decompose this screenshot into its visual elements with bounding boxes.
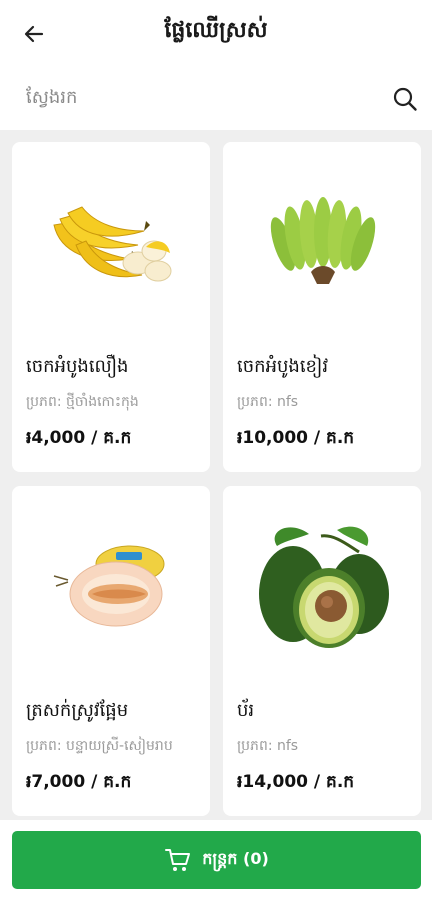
product-card[interactable]: ប័រ ប្រភព: nfs ៛14,000 / គ.ក [223,486,421,816]
product-origin: ប្រភព: nfs [237,738,299,754]
green-banana-image [223,142,421,342]
yellow-banana-image [12,142,210,342]
bottom-bar: កន្ត្រក (0) [0,820,432,900]
product-price: ៛14,000 / គ.ក [237,772,355,792]
product-grid: ចេកអំបូងលឿង ប្រភព: ថ្មីចាំងកោះកុង ៛4,000… [0,130,432,820]
product-name: ប័រ [237,700,255,721]
cart-icon [165,849,191,871]
avocado-image [223,486,421,686]
search-input[interactable] [26,80,366,114]
search-icon [393,87,417,111]
product-origin: ប្រភព: nfs [237,394,299,410]
product-card[interactable]: ត្រសក់ស្រូវផ្អែម ប្រភព: បន្ទាយស្រី-សៀមរា… [12,486,210,816]
melon-image [12,486,210,686]
product-origin: ប្រភព: បន្ទាយស្រី-សៀមរាប [26,738,173,754]
product-price: ៛10,000 / គ.ក [237,428,355,448]
page-title: ផ្លែឈើស្រស់ [164,18,268,43]
product-name: ត្រសក់ស្រូវផ្អែម [26,700,129,721]
product-price: ៛4,000 / គ.ក [26,428,132,448]
cart-button[interactable]: កន្ត្រក (0) [12,831,421,889]
search-button[interactable] [388,82,422,116]
cart-label: កន្ត្រក (0) [202,849,269,868]
product-card[interactable]: ចេកអំបូងលឿង ប្រភព: ថ្មីចាំងកោះកុង ៛4,000… [12,142,210,472]
product-card[interactable]: ចេកអំបូងខៀវ ប្រភព: nfs ៛10,000 / គ.ក [223,142,421,472]
product-name: ចេកអំបូងលឿង [26,356,129,377]
product-origin: ប្រភព: ថ្មីចាំងកោះកុង [26,394,139,410]
product-price: ៛7,000 / គ.ក [26,772,132,792]
top-bar: ផ្លែឈើស្រស់ [0,0,432,130]
product-name: ចេកអំបូងខៀវ [237,356,329,377]
